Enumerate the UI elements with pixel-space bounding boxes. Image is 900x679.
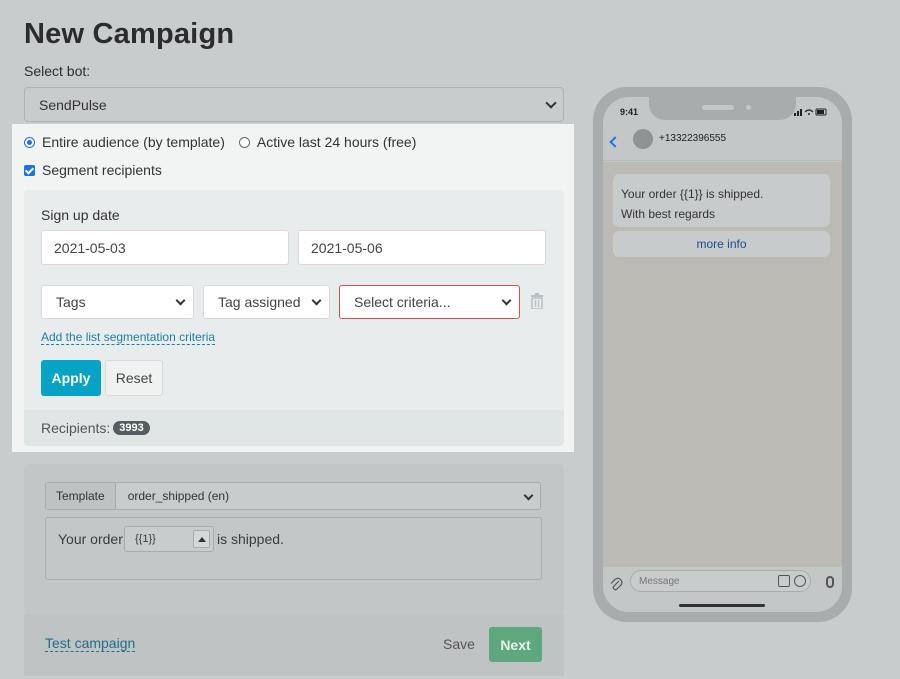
recipients-label: Recipients: [41,420,111,436]
filter-condition-value: Tag assigned [218,294,301,310]
radio-entire-audience-label[interactable]: Entire audience (by template) [42,134,225,150]
date-from-input[interactable]: 2021-05-03 [41,230,289,265]
sticker-icon[interactable] [778,575,790,587]
select-bot-label: Select bot: [24,63,91,79]
template-variable-value: {{1}} [135,533,156,545]
chevron-down-icon [175,295,186,306]
segment-recipients-checkbox[interactable] [24,164,35,176]
save-button[interactable]: Save [436,628,482,660]
home-indicator [679,604,765,607]
audience-radio-group: Entire audience (by template) Active las… [24,134,430,150]
chat-phone-number: +13322396555 [659,133,727,144]
audience-panel: Entire audience (by template) Active las… [12,124,574,452]
message-line-1: Your order {{1}} is shipped. [621,187,764,201]
filter-criteria-placeholder: Select criteria... [354,294,451,310]
avatar [633,129,653,149]
filter-condition-select[interactable]: Tag assigned [203,285,330,319]
template-card: Template order_shipped (en) Your order {… [24,464,564,614]
page-title: New Campaign [24,18,235,50]
template-variable-input[interactable]: {{1}} [124,526,214,552]
chevron-down-icon [311,295,322,306]
paperclip-icon[interactable] [609,577,623,591]
microphone-icon[interactable] [826,576,834,588]
segmentation-box: Sign up date 2021-05-03 2021-05-06 Tags … [24,190,564,446]
message-line-2: With best regards [621,207,716,221]
phone-preview: 9:41 +13322396555 Your order {{1}} is sh… [593,87,852,622]
message-bubble: Your order {{1}} is shipped. With best r… [613,174,830,227]
phone-notch [649,97,796,120]
message-input-placeholder: Message [639,575,680,587]
chat-area: Your order {{1}} is shipped. With best r… [603,162,842,570]
add-segmentation-criteria-link[interactable]: Add the list segmentation criteria [41,330,216,345]
template-body-suffix: is shipped. [217,531,284,547]
segment-recipients-label[interactable]: Segment recipients [42,162,162,178]
filter-criteria-select[interactable]: Select criteria... [339,285,520,319]
phone-screen: 9:41 +13322396555 Your order {{1}} is sh… [603,97,842,612]
chat-input-bar: Message [603,567,842,612]
filter-field-value: Tags [56,294,86,310]
more-info-button[interactable]: more info [613,231,830,257]
recipients-count-badge: 3993 [113,421,150,435]
status-icons [794,108,827,116]
template-body: Your order {{1}} is shipped. [45,517,542,580]
trash-icon[interactable] [530,293,544,309]
chevron-down-icon [501,295,512,306]
next-button[interactable]: Next [489,627,542,662]
signup-date-label: Sign up date [41,207,120,223]
template-body-prefix: Your order [58,531,123,547]
test-campaign-link[interactable]: Test campaign [45,635,136,652]
segment-recipients-row: Segment recipients [24,162,162,178]
emoji-icon[interactable] [794,575,806,587]
variable-dropdown-button[interactable] [193,530,210,548]
back-icon[interactable] [609,136,621,148]
bot-select-value: SendPulse [39,96,107,113]
recipients-bar: Recipients: 3993 [24,410,564,446]
message-input[interactable]: Message [630,570,811,592]
radio-active-24h[interactable] [238,136,250,148]
template-select[interactable]: Template order_shipped (en) [45,482,541,510]
status-time: 9:41 [620,107,639,117]
template-value: order_shipped (en) [127,489,230,503]
chevron-down-icon [523,490,534,501]
filter-field-select[interactable]: Tags [41,285,194,319]
date-to-input[interactable]: 2021-05-06 [298,230,546,265]
radio-active-24h-label[interactable]: Active last 24 hours (free) [257,134,417,150]
bot-select[interactable]: SendPulse [24,87,564,122]
reset-button[interactable]: Reset [105,360,163,396]
footer-bar: Test campaign Save Next [24,614,564,676]
chat-header: +13322396555 [603,125,842,161]
apply-button[interactable]: Apply [41,360,101,396]
template-tag: Template [46,483,116,509]
chevron-down-icon [545,97,557,109]
radio-entire-audience[interactable] [24,136,35,148]
